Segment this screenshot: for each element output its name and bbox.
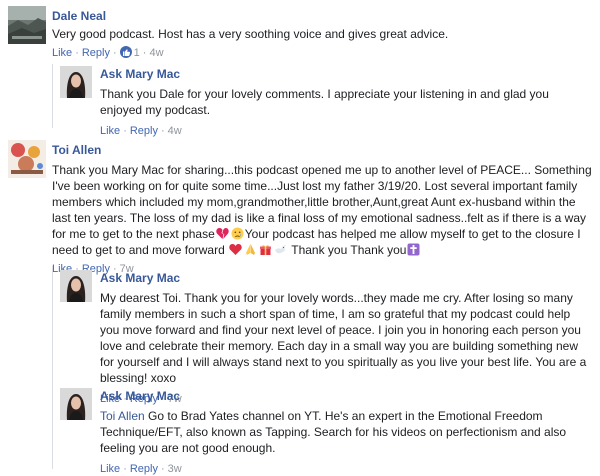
comment-actions: Like · Reply · 4w — [100, 125, 182, 137]
folded-hands-icon — [244, 243, 257, 256]
like-link[interactable]: Like — [52, 47, 72, 59]
mention-link[interactable]: Toi Allen — [100, 409, 145, 423]
red-heart-icon — [229, 243, 242, 256]
comment-actions: Like · Reply · 3w — [100, 463, 182, 475]
reply-link[interactable]: Reply — [130, 463, 158, 475]
comment-text: Thank you Mary Mac for sharing...this po… — [52, 162, 592, 258]
like-link[interactable]: Like — [100, 125, 120, 137]
dale-neal-avatar[interactable] — [8, 6, 46, 44]
timestamp[interactable]: 4w — [168, 125, 182, 137]
comment-author[interactable]: Ask Mary Mac — [100, 270, 590, 286]
thread-line — [52, 64, 53, 128]
comment-author[interactable]: Ask Mary Mac — [100, 388, 590, 404]
comment-text: Thank you Dale for your lovely comments.… — [100, 87, 549, 117]
comment-text-part3: Thank you Thank you — [288, 243, 407, 257]
comment-author[interactable]: Dale Neal — [52, 8, 592, 24]
comment-author[interactable]: Toi Allen — [52, 142, 592, 158]
comment-text: My dearest Toi. Thank you for your lovel… — [100, 291, 587, 385]
gift-icon — [259, 243, 272, 256]
crying-face-icon — [231, 227, 244, 240]
dove-icon — [274, 243, 287, 256]
thumbs-up-icon[interactable] — [119, 46, 132, 58]
ask-mary-mac-avatar[interactable] — [60, 66, 92, 98]
like-link[interactable]: Like — [100, 463, 120, 475]
broken-heart-icon — [216, 227, 229, 240]
comment-text-body: Go to Brad Yates channel on YT. He's an … — [100, 409, 567, 455]
reply-link[interactable]: Reply — [82, 47, 110, 59]
timestamp[interactable]: 3w — [168, 463, 182, 475]
timestamp[interactable]: 4w — [149, 47, 163, 59]
reply-link[interactable]: Reply — [130, 125, 158, 137]
toi-allen-avatar[interactable] — [8, 140, 46, 178]
comment-text: Toi Allen Go to Brad Yates channel on YT… — [100, 408, 590, 456]
comment-text: Very good podcast. Host has a very sooth… — [52, 27, 449, 41]
cross-icon — [407, 243, 420, 256]
reaction-count: 1 — [133, 47, 140, 59]
ask-mary-mac-avatar[interactable] — [60, 388, 92, 420]
thread-line — [52, 266, 53, 469]
ask-mary-mac-avatar[interactable] — [60, 270, 92, 302]
comment-actions: Like · Reply · 1 · 4w — [52, 46, 164, 59]
comment-author[interactable]: Ask Mary Mac — [100, 66, 590, 82]
